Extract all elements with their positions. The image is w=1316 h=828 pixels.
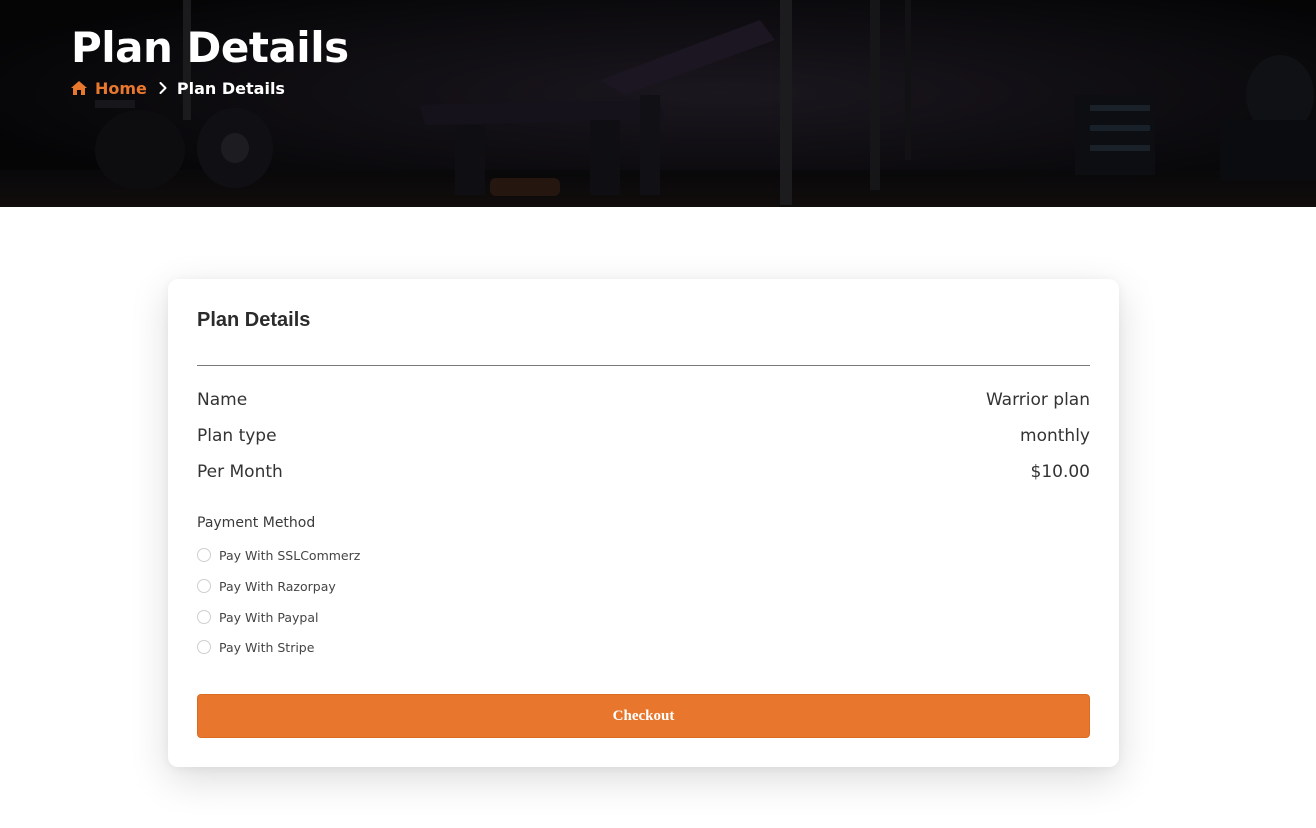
radio-button[interactable] — [197, 548, 211, 562]
payment-option-razorpay[interactable]: Pay With Razorpay — [197, 577, 336, 595]
payment-option-stripe[interactable]: Pay With Stripe — [197, 638, 314, 656]
card-title: Plan Details — [197, 309, 311, 331]
detail-value: Warrior plan — [985, 390, 1090, 410]
card-divider — [197, 365, 1090, 366]
payment-option-label: Pay With Razorpay — [219, 578, 336, 594]
plan-details-card: Plan Details Name Warrior plan Plan type… — [168, 279, 1119, 767]
breadcrumb-current: Plan Details — [176, 78, 285, 98]
breadcrumb: Home Plan Details — [71, 78, 285, 98]
breadcrumb-home-label: Home — [95, 78, 147, 98]
detail-row-per-month: Per Month $10.00 — [197, 459, 1090, 485]
detail-value: $10.00 — [1030, 462, 1090, 482]
breadcrumb-home-link[interactable]: Home — [71, 79, 147, 98]
detail-row-plan-type: Plan type monthly — [197, 423, 1090, 449]
payment-option-paypal[interactable]: Pay With Paypal — [197, 608, 318, 626]
radio-button[interactable] — [197, 579, 211, 593]
radio-button[interactable] — [197, 640, 211, 654]
detail-label: Name — [197, 390, 248, 410]
payment-option-label: Pay With SSLCommerz — [219, 547, 361, 563]
payment-option-label: Pay With Paypal — [219, 609, 319, 625]
home-icon — [71, 81, 87, 95]
radio-button[interactable] — [197, 610, 211, 624]
hero-banner: Plan Details Home Plan Details — [0, 0, 1316, 207]
detail-label: Plan type — [197, 426, 277, 446]
checkout-button[interactable]: Checkout — [197, 694, 1090, 738]
detail-row-name: Name Warrior plan — [197, 387, 1090, 413]
chevron-right-icon — [159, 82, 167, 94]
payment-method-label: Payment Method — [197, 515, 316, 531]
detail-value: monthly — [1020, 426, 1090, 446]
payment-option-label: Pay With Stripe — [219, 639, 315, 655]
detail-label: Per Month — [197, 462, 283, 482]
page-title: Plan Details — [71, 23, 349, 72]
payment-option-sslcommerz[interactable]: Pay With SSLCommerz — [197, 546, 360, 564]
